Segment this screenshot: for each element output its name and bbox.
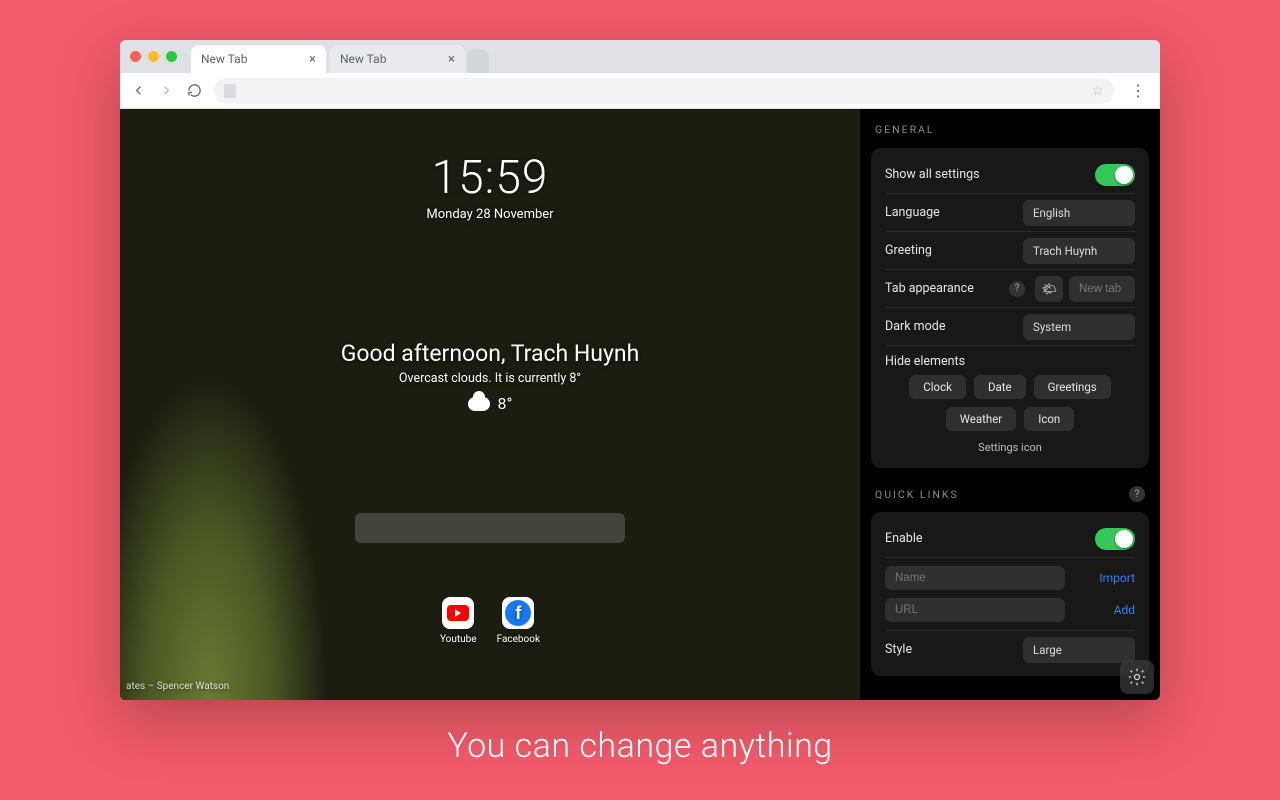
- style-label: Style: [885, 642, 1013, 657]
- hide-icon-chip[interactable]: Icon: [1024, 407, 1074, 431]
- hide-greetings-chip[interactable]: Greetings: [1034, 375, 1111, 399]
- bookmark-star-icon[interactable]: ☆: [1091, 83, 1104, 99]
- language-select[interactable]: English: [1023, 200, 1135, 226]
- browser-window: New Tab × New Tab × ☆ ⋮: [120, 40, 1160, 700]
- tab-strip: New Tab × New Tab ×: [120, 40, 1160, 73]
- favicon-select[interactable]: 🌤: [1035, 276, 1063, 302]
- hide-chips: Clock Date Greetings Weather Icon: [885, 375, 1135, 437]
- greeting-label: Greeting: [885, 243, 1013, 258]
- quicklink-youtube[interactable]: Youtube: [440, 597, 477, 645]
- page-icon: [224, 84, 236, 98]
- weather-row: 8°: [468, 394, 513, 413]
- greeting-input[interactable]: Trach Huynh: [1023, 238, 1135, 264]
- search-input[interactable]: [355, 513, 625, 543]
- quicklink-facebook[interactable]: f Facebook: [497, 597, 540, 645]
- enable-quicklinks-toggle[interactable]: [1095, 528, 1135, 550]
- close-window-button[interactable]: [130, 51, 141, 62]
- greeting: Good afternoon, Trach Huynh: [341, 340, 640, 367]
- quicklink-label: Facebook: [497, 634, 540, 645]
- settings-icon-chip[interactable]: Settings icon: [885, 437, 1135, 460]
- show-all-label: Show all settings: [885, 167, 1085, 182]
- help-icon[interactable]: ?: [1129, 486, 1145, 502]
- quicklink-label: Youtube: [440, 634, 477, 645]
- quicklink-name-input[interactable]: [885, 566, 1065, 590]
- hide-date-chip[interactable]: Date: [974, 375, 1026, 399]
- traffic-lights: [130, 40, 191, 73]
- minimize-window-button[interactable]: [148, 51, 159, 62]
- help-icon[interactable]: ?: [1009, 281, 1025, 297]
- photo-credit: ates – Spencer Watson: [126, 681, 229, 692]
- weather-line: Overcast clouds. It is currently 8°: [399, 371, 581, 386]
- page-content: 15:59 Monday 28 November Good afternoon,…: [120, 109, 1160, 700]
- youtube-icon: [442, 597, 474, 629]
- maximize-window-button[interactable]: [166, 51, 177, 62]
- settings-sidebar: GENERAL Show all settings Language Engli…: [860, 109, 1160, 700]
- close-tab-icon[interactable]: ×: [309, 52, 316, 67]
- enable-label: Enable: [885, 531, 1085, 546]
- dark-mode-select[interactable]: System: [1023, 314, 1135, 340]
- browser-toolbar: ☆ ⋮: [120, 73, 1160, 109]
- clock: 15:59: [432, 151, 549, 205]
- reload-button[interactable]: [186, 83, 202, 99]
- quick-links: Youtube f Facebook: [440, 597, 540, 645]
- style-select[interactable]: Large: [1023, 637, 1135, 663]
- dark-mode-label: Dark mode: [885, 319, 1013, 334]
- browser-tab[interactable]: New Tab ×: [191, 45, 326, 73]
- hide-clock-chip[interactable]: Clock: [909, 375, 966, 399]
- import-link[interactable]: Import: [1099, 571, 1135, 585]
- facebook-icon: f: [502, 597, 534, 629]
- tab-title-input[interactable]: [1069, 276, 1135, 302]
- cloud-icon: [468, 397, 490, 411]
- tab-label: New Tab: [340, 52, 386, 66]
- gear-icon[interactable]: [1120, 660, 1154, 694]
- forward-button[interactable]: [158, 83, 174, 99]
- close-tab-icon[interactable]: ×: [448, 52, 455, 67]
- hide-elements-label: Hide elements: [885, 346, 1135, 375]
- browser-menu-button[interactable]: ⋮: [1126, 81, 1150, 100]
- show-all-toggle[interactable]: [1095, 164, 1135, 186]
- general-section-header: GENERAL: [871, 109, 1149, 138]
- tab-label: New Tab: [201, 52, 247, 66]
- hide-weather-chip[interactable]: Weather: [946, 407, 1016, 431]
- quicklinks-panel: Enable Import Add Style Large: [871, 512, 1149, 676]
- add-link[interactable]: Add: [1114, 603, 1135, 617]
- tab-appearance-label: Tab appearance: [885, 281, 999, 296]
- date: Monday 28 November: [426, 207, 553, 222]
- newtab-wallpaper: 15:59 Monday 28 November Good afternoon,…: [120, 109, 860, 700]
- temperature: 8°: [498, 394, 513, 413]
- general-panel: Show all settings Language English Greet…: [871, 148, 1149, 468]
- quicklink-url-input[interactable]: [885, 598, 1065, 622]
- browser-tab[interactable]: New Tab ×: [330, 45, 465, 73]
- back-button[interactable]: [130, 83, 146, 99]
- quicklinks-section-header: QUICK LINKS: [875, 488, 959, 501]
- language-label: Language: [885, 205, 1013, 220]
- address-bar[interactable]: ☆: [214, 78, 1114, 104]
- promo-caption: You can change anything: [447, 726, 832, 766]
- new-tab-button[interactable]: [467, 49, 489, 73]
